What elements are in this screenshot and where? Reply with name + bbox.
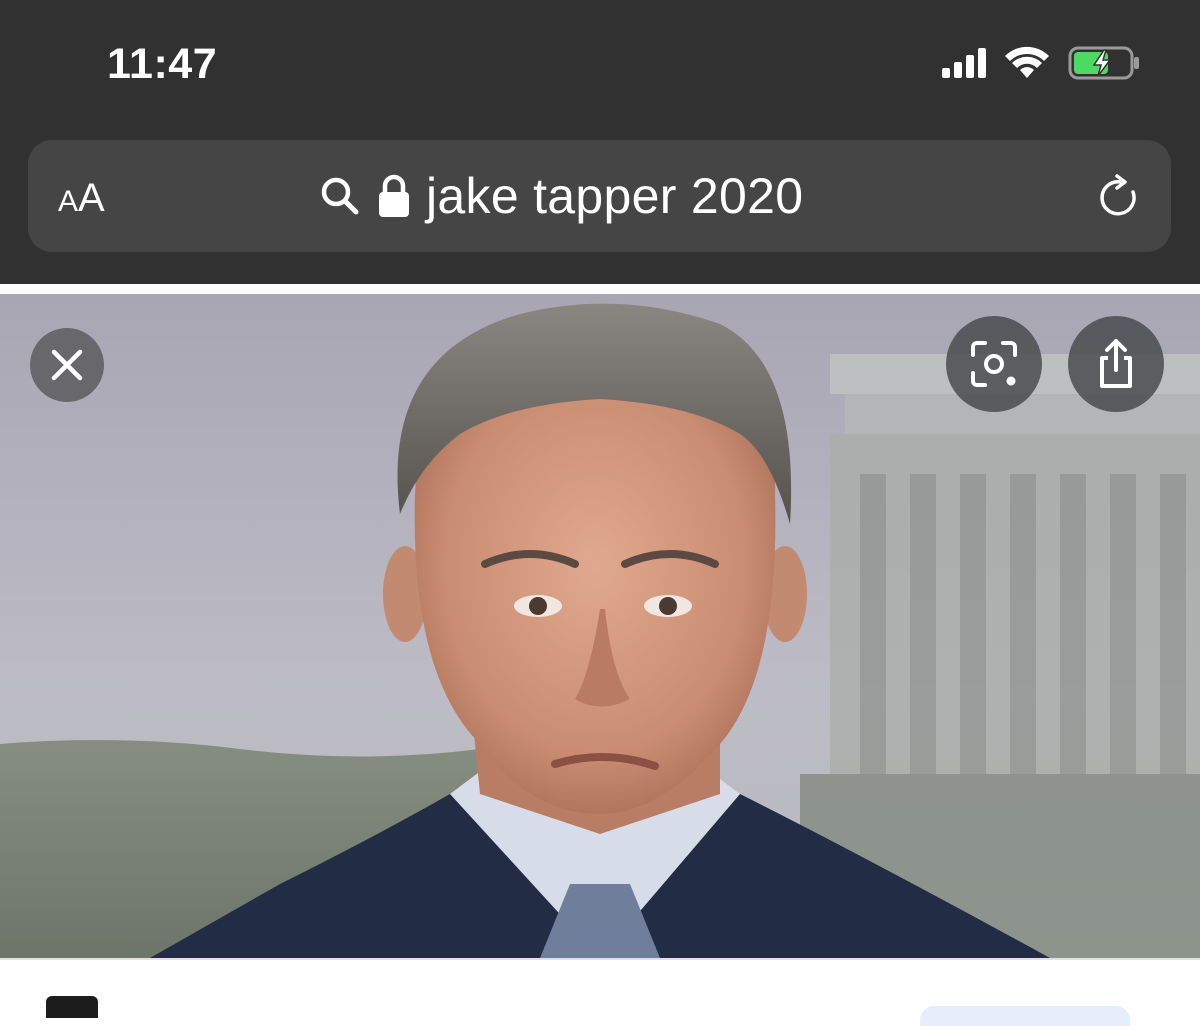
status-time: 11:47 [107, 40, 218, 88]
cellular-signal-icon [942, 48, 986, 78]
battery-charging-icon [1068, 46, 1139, 80]
url-field[interactable]: jake tapper 2020 [318, 166, 803, 226]
status-icons [942, 46, 1140, 80]
source-favicon [46, 996, 98, 1018]
wifi-icon [1005, 46, 1049, 78]
share-button[interactable] [1068, 316, 1164, 412]
search-query-text: jake tapper 2020 [426, 168, 804, 224]
search-icon [321, 177, 359, 215]
close-icon [51, 349, 83, 381]
reload-icon[interactable] [1095, 172, 1147, 224]
reader-large-a: A [78, 176, 105, 220]
visual-lookup-button[interactable] [946, 316, 1042, 412]
reader-options-button[interactable]: AA [58, 178, 105, 222]
lens-scan-icon [971, 341, 1017, 387]
share-icon [1100, 339, 1132, 388]
reader-small-a: A [58, 185, 79, 218]
browser-chrome: 11:47 AA jake tapper 2020 [0, 0, 1200, 284]
visit-button[interactable] [920, 1006, 1130, 1026]
lock-icon [379, 174, 409, 217]
result-info-strip [0, 958, 1200, 1026]
chrome-divider [0, 284, 1200, 294]
address-bar[interactable]: AA jake tapper 2020 [28, 140, 1171, 252]
image-viewer[interactable] [0, 294, 1200, 958]
close-viewer-button[interactable] [30, 328, 104, 402]
